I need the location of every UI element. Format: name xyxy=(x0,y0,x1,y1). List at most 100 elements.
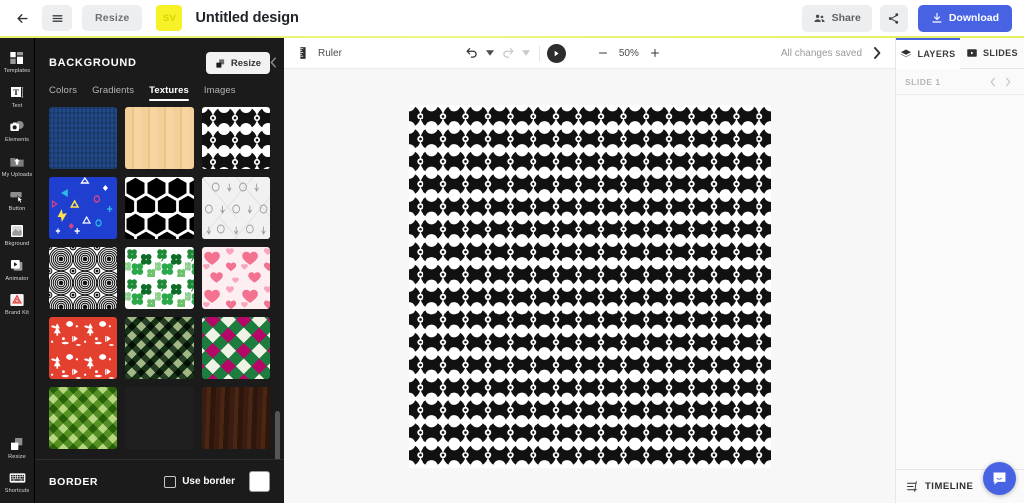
sidebar-item-shortcuts[interactable]: Shortcuts xyxy=(0,464,34,499)
right-panel-tabs: LAYERS SLIDES xyxy=(896,38,1024,69)
slide-prev-button[interactable] xyxy=(985,73,1000,91)
play-icon xyxy=(554,50,559,56)
sidebar-item-button[interactable]: Button xyxy=(0,182,34,217)
tab-images[interactable]: Images xyxy=(204,85,236,101)
share-label: Share xyxy=(831,12,861,24)
top-bar: Resize SV Untitled design Share Download xyxy=(0,0,1024,36)
design-canvas[interactable] xyxy=(408,105,771,468)
sidebar-item-elements[interactable]: Elements xyxy=(0,113,34,148)
preview-play-button[interactable] xyxy=(546,43,566,63)
chevron-left-icon xyxy=(270,56,276,68)
redo-dropdown-button xyxy=(520,42,532,64)
undo-icon xyxy=(466,48,477,58)
zoom-out-button[interactable] xyxy=(592,42,614,64)
timeline-label: TIMELINE xyxy=(925,481,974,492)
left-rail: Templates T Text Elements My Uploads But… xyxy=(0,38,34,503)
border-title: BORDER xyxy=(49,475,99,488)
tab-colors[interactable]: Colors xyxy=(49,85,77,101)
zoom-controls: 50% xyxy=(592,42,666,64)
texture-swatch[interactable] xyxy=(125,107,194,169)
resize-icon xyxy=(8,435,26,453)
tab-gradients[interactable]: Gradients xyxy=(92,85,134,101)
tab-slides-label: SLIDES xyxy=(983,48,1018,58)
texture-swatch[interactable] xyxy=(201,387,270,449)
sidebar-item-label: Text xyxy=(11,102,23,109)
redo-icon xyxy=(503,48,514,58)
sidebar-item-bkground[interactable]: Bkground xyxy=(0,217,34,252)
border-color-swatch[interactable] xyxy=(249,471,270,492)
texture-swatch[interactable] xyxy=(125,177,194,239)
texture-swatch[interactable] xyxy=(201,177,270,239)
panel-tabs: Colors Gradients Textures Images xyxy=(35,74,284,101)
download-label: Download xyxy=(948,12,999,24)
back-button[interactable] xyxy=(10,6,34,30)
share-nodes-button[interactable] xyxy=(879,4,908,32)
download-icon xyxy=(932,12,942,23)
texture-swatch[interactable] xyxy=(125,387,194,449)
panel-collapse-button[interactable] xyxy=(266,53,280,71)
texture-swatch[interactable] xyxy=(49,317,118,379)
texture-swatch[interactable] xyxy=(201,107,270,169)
zoom-level[interactable]: 50% xyxy=(616,48,642,59)
page-title[interactable]: Untitled design xyxy=(195,10,298,26)
texture-swatch[interactable] xyxy=(201,247,270,309)
canvas-toolbar: Ruler 50% All changes saved xyxy=(284,38,895,69)
texture-swatch[interactable] xyxy=(49,177,118,239)
layers-list[interactable] xyxy=(896,95,1024,469)
slide-next-button[interactable] xyxy=(1000,73,1015,91)
right-panel: LAYERS SLIDES SLIDE 1 TIMELINE xyxy=(895,38,1024,503)
download-button[interactable]: Download xyxy=(917,4,1012,32)
ruler-icon xyxy=(300,47,306,59)
svg-text:T: T xyxy=(13,87,19,97)
sidebar-item-label: Bkground xyxy=(4,240,30,247)
zoom-in-button[interactable] xyxy=(644,42,666,64)
sidebar-item-label: Shortcuts xyxy=(4,488,30,495)
background-panel: BACKGROUND Resize Colors Gradients Textu… xyxy=(34,38,284,503)
sidebar-item-label: Resize xyxy=(8,453,26,460)
undo-button[interactable] xyxy=(461,42,483,64)
ruler-button[interactable]: Ruler xyxy=(294,44,346,62)
topbar-resize-button[interactable]: Resize xyxy=(82,5,143,31)
toolbar-divider xyxy=(538,45,540,61)
texture-grid-wrapper xyxy=(35,101,284,459)
hamburger-icon xyxy=(52,14,62,22)
chevron-down-icon xyxy=(485,50,494,56)
templates-icon xyxy=(8,49,26,67)
sidebar-item-resize[interactable]: Resize xyxy=(0,430,34,465)
texture-swatch[interactable] xyxy=(49,107,118,169)
texture-swatch[interactable] xyxy=(49,247,118,309)
app-root: Resize SV Untitled design Share Download… xyxy=(0,0,1024,503)
chat-bubble-icon xyxy=(993,472,1006,485)
texture-swatch[interactable] xyxy=(125,247,194,309)
texture-swatch[interactable] xyxy=(201,317,270,379)
tab-slides[interactable]: SLIDES xyxy=(960,38,1024,69)
sidebar-item-brand-kit[interactable]: Brand Kit xyxy=(0,286,34,321)
chevron-left-icon xyxy=(990,77,995,86)
texture-swatch[interactable] xyxy=(125,317,194,379)
share-button[interactable]: Share xyxy=(801,4,872,32)
sidebar-item-label: My Uploads xyxy=(1,171,33,178)
sidebar-item-animator[interactable]: Animator xyxy=(0,252,34,287)
menu-button[interactable] xyxy=(42,5,72,31)
tab-textures[interactable]: Textures xyxy=(149,85,189,101)
sidebar-item-label: Templates xyxy=(3,68,31,74)
sidebar-item-text[interactable]: T Text xyxy=(0,79,34,114)
avatar[interactable]: SV xyxy=(156,5,183,31)
undo-dropdown-button[interactable] xyxy=(484,42,496,64)
use-border-checkbox[interactable] xyxy=(164,475,177,488)
chat-widget-button[interactable] xyxy=(983,462,1016,495)
texture-swatch[interactable] xyxy=(49,387,118,449)
texture-grid xyxy=(49,107,270,449)
keyboard-icon xyxy=(8,469,26,487)
chevron-right-icon xyxy=(1005,77,1010,86)
toolbar-expand-button[interactable] xyxy=(869,42,885,64)
panel-resize-button[interactable]: Resize xyxy=(205,52,270,74)
chevron-right-icon xyxy=(874,47,881,59)
panel-header: BACKGROUND Resize xyxy=(35,38,284,74)
sidebar-item-my-uploads[interactable]: My Uploads xyxy=(0,148,34,183)
sidebar-item-templates[interactable]: Templates xyxy=(0,44,34,79)
layers-icon xyxy=(901,49,912,58)
tab-layers[interactable]: LAYERS xyxy=(896,38,960,69)
canvas-area[interactable] xyxy=(284,69,895,503)
panel-scrollbar-thumb[interactable] xyxy=(275,411,280,459)
